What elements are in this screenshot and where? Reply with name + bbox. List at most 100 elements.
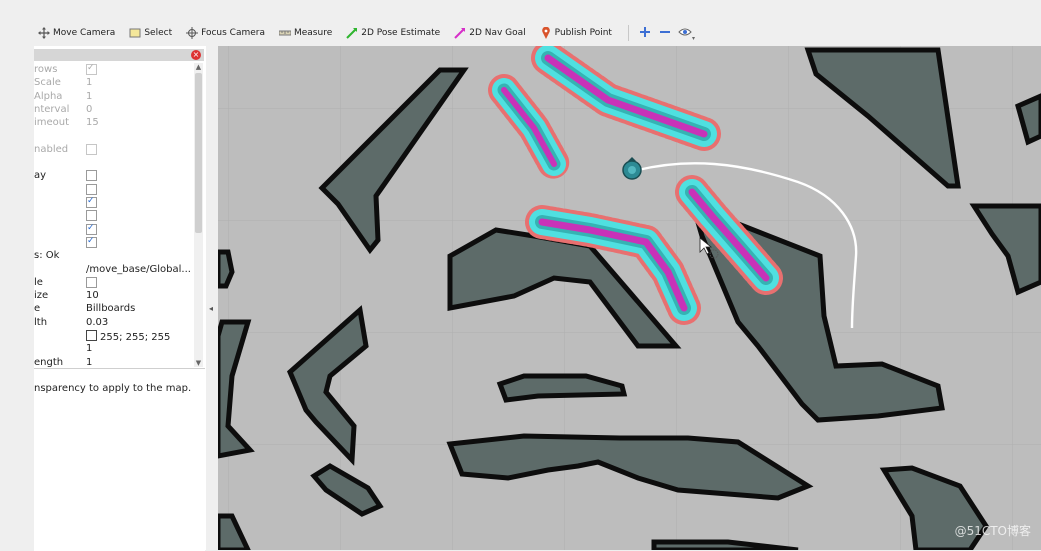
tool-label: Measure — [293, 28, 333, 38]
property-checkbox[interactable] — [86, 276, 97, 288]
scroll-up-icon[interactable]: ▲ — [194, 63, 203, 71]
property-checkbox[interactable] — [86, 195, 97, 208]
tool-label: Select — [144, 28, 173, 38]
publish-point-tool[interactable]: Publish Point — [536, 24, 618, 42]
property-checkbox[interactable] — [86, 183, 97, 195]
property-value-text: Billboards — [86, 303, 136, 315]
property-value[interactable]: 1 — [86, 76, 92, 89]
pink-arrow-icon — [454, 27, 466, 39]
property-value-text: 1 — [86, 77, 93, 89]
plus-icon — [639, 26, 651, 41]
property-name: nterval — [34, 103, 70, 115]
property-row[interactable] — [34, 235, 194, 249]
property-row[interactable]: 1 — [34, 342, 194, 355]
property-value[interactable]: 1 — [86, 90, 92, 103]
property-checkbox[interactable] — [86, 170, 97, 182]
collapse-arrow-icon[interactable]: ◂ — [209, 304, 213, 313]
property-value[interactable]: 0.03 — [86, 316, 108, 329]
property-value[interactable]: Billboards — [86, 302, 135, 315]
property-scrollbar[interactable]: ▲ ▼ — [194, 63, 203, 367]
scroll-down-icon[interactable]: ▼ — [194, 359, 203, 367]
property-checkbox[interactable] — [86, 143, 97, 155]
property-row[interactable] — [34, 183, 194, 196]
property-row[interactable]: s: Ok — [34, 249, 194, 262]
property-row[interactable]: lth 0.03 — [34, 316, 194, 329]
close-icon[interactable]: × — [191, 50, 201, 60]
property-row[interactable]: e Billboards — [34, 302, 194, 315]
property-value-text: 1 — [86, 343, 93, 355]
green-arrow-icon — [346, 27, 358, 39]
property-row[interactable] — [34, 156, 194, 169]
tool-label: Move Camera — [53, 28, 116, 38]
focus-camera-tool[interactable]: Focus Camera — [182, 24, 271, 42]
property-name: le — [34, 276, 43, 288]
obstacle — [496, 373, 628, 403]
map-pin-icon — [540, 26, 552, 39]
select-icon — [129, 27, 141, 39]
map-view[interactable]: @51CTO博客 — [218, 46, 1041, 550]
color-swatch[interactable] — [86, 330, 97, 341]
toolbar-separator — [627, 25, 629, 41]
property-name: ize — [34, 290, 49, 302]
property-row[interactable]: rows — [34, 63, 194, 76]
property-value[interactable]: 1 — [86, 342, 92, 355]
tool-label: 2D Nav Goal — [469, 28, 526, 38]
property-row[interactable]: nterval 0 — [34, 103, 194, 116]
property-list: rows Scale 1 Alpha 1 nterval 0 imeout 15 nabled ay… — [34, 63, 194, 367]
property-value-text: 1 — [86, 356, 93, 367]
add-tool-button[interactable] — [635, 24, 655, 42]
property-row[interactable]: ay — [34, 169, 194, 182]
description-text: nsparency to apply to the map. — [34, 383, 192, 394]
property-name: e — [34, 303, 41, 315]
property-description: nsparency to apply to the map. — [34, 368, 205, 551]
move-icon — [38, 27, 50, 39]
toolbar: Move Camera Select Focus Camera Measure … — [0, 0, 1041, 46]
remove-tool-button[interactable] — [655, 24, 675, 42]
displays-panel: × rows Scale 1 Alpha 1 nterval 0 imeout 15 nabled… — [34, 46, 207, 551]
property-row[interactable]: nabled — [34, 143, 194, 156]
property-value[interactable]: 15 — [86, 116, 99, 129]
watermark: @51CTO博客 — [954, 524, 1031, 538]
property-row[interactable] — [34, 195, 194, 209]
property-checkbox[interactable] — [86, 63, 97, 75]
property-checkbox[interactable] — [86, 222, 97, 235]
property-row[interactable]: 255; 255; 255 — [34, 329, 194, 343]
property-row[interactable]: ize 10 — [34, 289, 194, 302]
panel-splitter[interactable]: ◂ — [206, 46, 218, 550]
property-row[interactable]: imeout 15 — [34, 116, 194, 129]
property-name: ength — [34, 356, 64, 367]
property-name: Alpha — [34, 90, 63, 102]
property-row[interactable]: le — [34, 276, 194, 289]
property-row[interactable] — [34, 209, 194, 222]
2d-nav-goal-tool[interactable]: 2D Nav Goal — [450, 24, 531, 42]
property-name: nabled — [34, 143, 69, 155]
property-name: s: Ok — [34, 250, 60, 262]
measure-tool[interactable]: Measure — [275, 24, 338, 42]
select-tool[interactable]: Select — [125, 24, 178, 42]
property-value-text: 1 — [86, 90, 93, 102]
property-value-text: 0.03 — [86, 316, 109, 328]
property-value[interactable]: 0 — [86, 103, 92, 116]
property-name: Scale — [34, 77, 61, 89]
property-checkbox[interactable] — [86, 235, 97, 248]
view-options-button[interactable]: ▾ — [675, 24, 695, 42]
map-canvas[interactable] — [218, 46, 1041, 550]
property-value-text: /move_base/Global... — [86, 263, 191, 275]
2d-pose-estimate-tool[interactable]: 2D Pose Estimate — [342, 24, 446, 42]
property-row[interactable]: /move_base/Global... — [34, 263, 194, 276]
property-checkbox[interactable] — [86, 210, 97, 222]
move-camera-tool[interactable]: Move Camera — [34, 24, 121, 42]
property-row[interactable]: Alpha 1 — [34, 90, 194, 103]
tool-label: Publish Point — [554, 28, 612, 38]
property-value[interactable]: 1 — [86, 356, 92, 367]
property-row[interactable]: ength 1 — [34, 356, 194, 367]
property-row[interactable]: Scale 1 — [34, 76, 194, 89]
property-row[interactable] — [34, 222, 194, 236]
property-value[interactable]: /move_base/Global... — [86, 263, 191, 276]
eye-icon — [678, 26, 692, 41]
scroll-thumb[interactable] — [195, 73, 202, 233]
property-value[interactable]: 10 — [86, 289, 99, 302]
dropdown-arrow-icon: ▾ — [691, 35, 695, 42]
minus-icon — [659, 26, 671, 41]
property-row[interactable] — [34, 130, 194, 143]
